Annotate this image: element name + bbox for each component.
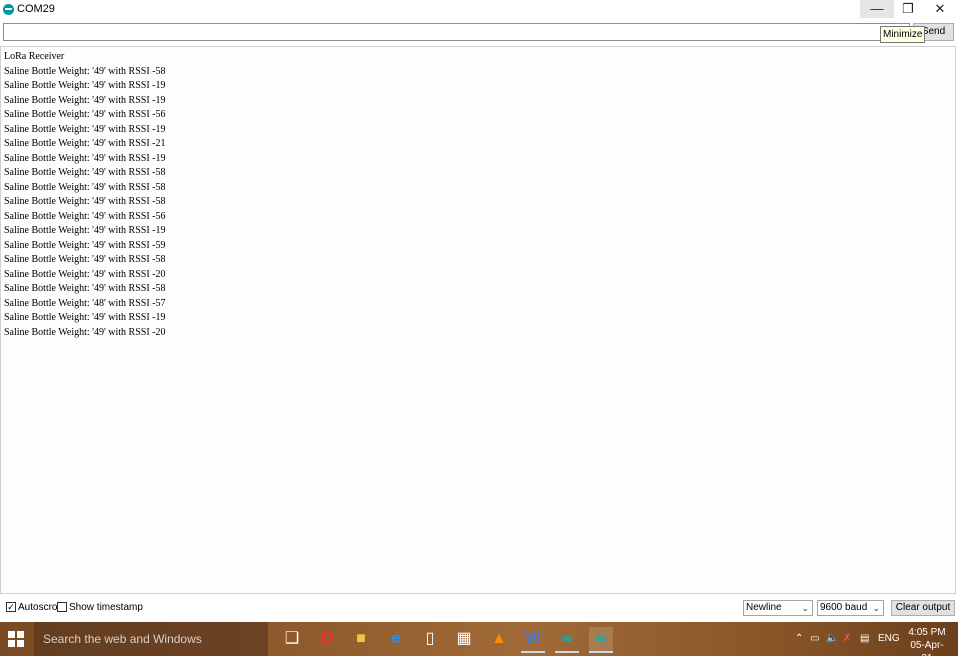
chevron-up-icon[interactable]: ⌃ (795, 633, 803, 644)
serial-output-line: Saline Bottle Weight: '49' with RSSI -19 (4, 123, 166, 135)
bottom-bar: ✓ Autoscroll Show timestamp Newline ⌄ 96… (0, 597, 958, 621)
clock[interactable]: 4:05 PM 05-Apr-21 (905, 626, 949, 665)
clear-output-button[interactable]: Clear output (891, 600, 955, 616)
search-placeholder: Search the web and Windows (43, 632, 202, 646)
autoscroll-label: Autoscroll (18, 602, 62, 613)
serial-output-line: Saline Bottle Weight: '49' with RSSI -58 (4, 283, 166, 294)
vlc-icon[interactable]: ▲ (487, 627, 511, 651)
windows-start-icon[interactable] (8, 631, 24, 647)
battery-icon[interactable]: ▭ (810, 633, 819, 644)
serial-output-line: Saline Bottle Weight: '49' with RSSI -19 (4, 94, 166, 106)
serial-output-line: Saline Bottle Weight: '49' with RSSI -58 (4, 254, 166, 265)
chevron-down-icon: ⌄ (872, 603, 880, 613)
close-button[interactable]: ✕ (923, 0, 957, 18)
serial-output-line: Saline Bottle Weight: '49' with RSSI -59 (4, 239, 166, 251)
baud-rate-select[interactable]: 9600 baud ⌄ (817, 600, 884, 616)
serial-output-line: Saline Bottle Weight: '49' with RSSI -58 (4, 65, 166, 77)
arduino-icon[interactable]: ∞ (555, 627, 579, 653)
chevron-down-icon: ⌄ (801, 603, 809, 613)
word-icon[interactable]: W (521, 627, 545, 653)
serial-output-line: Saline Bottle Weight: '49' with RSSI -20 (4, 268, 166, 280)
autoscroll-checkbox[interactable]: ✓ (6, 602, 16, 612)
serial-output-line: Saline Bottle Weight: '49' with RSSI -58 (4, 181, 166, 193)
serial-output-line: Saline Bottle Weight: '49' with RSSI -21 (4, 138, 166, 149)
store-icon[interactable]: ▦ (452, 627, 476, 651)
task-view-icon[interactable]: ❑ (280, 627, 304, 651)
minimize-button[interactable]: — (860, 0, 894, 18)
window-title: COM29 (17, 3, 55, 15)
serial-output-line: Saline Bottle Weight: '49' with RSSI -19 (4, 152, 166, 164)
notifications-icon[interactable]: ▤ (860, 633, 869, 644)
serial-output-line: Saline Bottle Weight: '49' with RSSI -56 (4, 109, 166, 120)
serial-output-line: Saline Bottle Weight: '48' with RSSI -57 (4, 297, 166, 309)
serial-send-input[interactable] (3, 23, 910, 41)
serial-output-line: Saline Bottle Weight: '49' with RSSI -19 (4, 80, 166, 91)
opera-icon[interactable]: O (315, 627, 339, 651)
serial-output-line: LoRa Receiver (4, 51, 65, 62)
edge-icon[interactable]: e (384, 627, 408, 651)
serial-output-line: Saline Bottle Weight: '49' with RSSI -58 (4, 167, 166, 178)
network-icon[interactable]: ✗ (843, 633, 851, 644)
line-ending-select[interactable]: Newline ⌄ (743, 600, 813, 616)
arduino-app-icon (3, 4, 14, 15)
arduino-icon[interactable]: ∞ (589, 627, 613, 653)
serial-output-line: Saline Bottle Weight: '49' with RSSI -20 (4, 326, 166, 338)
file-explorer-icon[interactable]: ■ (349, 627, 373, 651)
clock-time: 4:05 PM (908, 627, 946, 638)
clock-date: 05-Apr-21 (910, 640, 944, 664)
serial-output-line: Saline Bottle Weight: '49' with RSSI -19 (4, 225, 166, 236)
language-indicator[interactable]: ENG (878, 633, 900, 644)
minimize-tooltip: Minimize (880, 26, 926, 43)
baud-rate-value: 9600 baud (820, 602, 868, 613)
line-ending-value: Newline (746, 602, 782, 613)
volume-icon[interactable]: 🔈 (826, 633, 838, 644)
document-icon[interactable]: ▯ (418, 627, 442, 651)
serial-output-line: Saline Bottle Weight: '49' with RSSI -58 (4, 196, 166, 207)
serial-output-line: Saline Bottle Weight: '49' with RSSI -56 (4, 210, 166, 222)
show-timestamp-checkbox[interactable] (57, 602, 67, 612)
restore-button[interactable]: ❐ (891, 0, 925, 18)
taskbar: Search the web and Windows ❑ O ■ e ▯ ▦ ▲… (0, 622, 958, 664)
serial-output[interactable]: LoRa Receiver Saline Bottle Weight: '49' … (0, 46, 956, 594)
show-timestamp-label: Show timestamp (69, 602, 143, 613)
taskbar-search-box[interactable]: Search the web and Windows (34, 622, 268, 656)
serial-output-line: Saline Bottle Weight: '49' with RSSI -19 (4, 312, 166, 323)
title-bar: COM29 — ❐ ✕ (0, 0, 958, 20)
